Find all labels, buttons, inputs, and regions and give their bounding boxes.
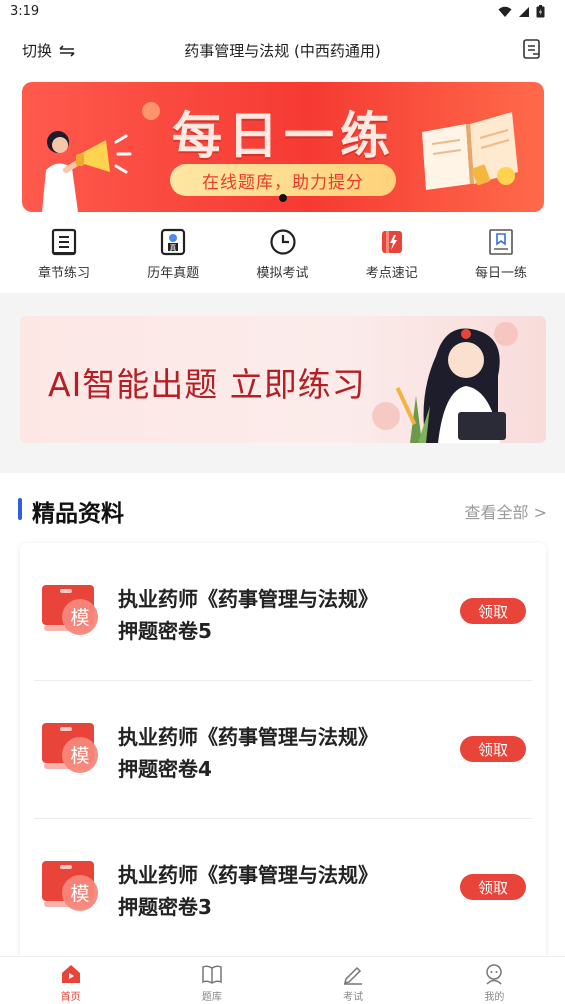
resource-item[interactable]: 模 执业药师《药事管理与法规》 押题密卷3 领取: [20, 819, 546, 957]
decor-dot: [142, 102, 160, 120]
tab-exam[interactable]: 考试: [283, 957, 424, 1004]
resource-title: 执业药师《药事管理与法规》 押题密卷4: [118, 721, 438, 785]
bookmark-icon: [489, 229, 513, 255]
view-all-link[interactable]: 查看全部 >: [465, 499, 548, 523]
chapter-icon: [51, 228, 77, 256]
tab-label: 题库: [201, 992, 222, 1003]
tab-label: 我的: [484, 992, 505, 1003]
tab-home[interactable]: 首页: [0, 957, 141, 1004]
quick-nav-label: 模拟考试: [256, 266, 309, 281]
mock-paper-icon: 模: [42, 723, 98, 773]
mock-badge-text: 模: [70, 745, 89, 767]
section-title: 精品资料: [32, 501, 124, 527]
resource-title-line2: 押题密卷4: [118, 757, 212, 781]
megaphone-person-illustration: [42, 131, 132, 212]
quick-nav: 章节练习 真 历年真题 模拟考试 考点速记 每日一练: [0, 228, 565, 290]
quick-nav-key-points[interactable]: 考点速记: [352, 228, 432, 290]
resource-title-line2: 押题密卷5: [118, 619, 212, 643]
ai-banner-text: AI智能出题 立即练习: [48, 365, 366, 404]
quick-nav-label: 每日一练: [474, 266, 527, 281]
pen-icon: [344, 966, 363, 985]
mock-badge-text: 模: [70, 607, 89, 629]
top-header: 切换 药事管理与法规 (中西药通用): [0, 28, 565, 72]
clock-icon: [269, 229, 296, 255]
resource-item[interactable]: 模 执业药师《药事管理与法规》 押题密卷4 领取: [20, 681, 546, 819]
quick-nav-label: 历年真题: [147, 266, 200, 281]
quick-nav-daily-practice[interactable]: 每日一练: [461, 228, 541, 290]
quick-nav-label: 章节练习: [37, 266, 90, 281]
tab-profile[interactable]: 我的: [424, 957, 565, 1004]
resource-title: 执业药师《药事管理与法规》 押题密卷5: [118, 583, 438, 647]
resource-title-line1: 执业药师《药事管理与法规》: [118, 863, 378, 887]
resource-title: 执业药师《药事管理与法规》 押题密卷3: [118, 859, 438, 923]
resource-title-line1: 执业药师《药事管理与法规》: [118, 587, 378, 611]
notes-icon: [381, 231, 402, 253]
bottom-tab-bar: 首页 题库 考试 我的: [0, 956, 565, 1004]
mock-badge-text: 模: [70, 883, 89, 905]
user-icon: [486, 964, 503, 985]
quick-nav-label: 考点速记: [365, 266, 418, 281]
battery-icon: [536, 5, 545, 18]
banner-subtitle: 在线题库，助力提分: [170, 164, 396, 196]
signal-icon: [519, 6, 529, 17]
premium-materials-header: 精品资料 查看全部 >: [0, 490, 565, 530]
resource-title-line1: 执业药师《药事管理与法规》: [118, 725, 378, 749]
wifi-icon: [498, 6, 512, 17]
status-time: 3:19: [10, 4, 40, 19]
svg-text:真: 真: [170, 243, 177, 252]
resource-item[interactable]: 模 执业药师《药事管理与法规》 押题密卷5 领取: [20, 543, 546, 681]
mock-paper-icon: 模: [42, 861, 98, 911]
claim-button[interactable]: 领取: [460, 736, 526, 762]
resource-title-line2: 押题密卷3: [118, 895, 212, 919]
document-list-icon[interactable]: [521, 38, 543, 60]
quick-nav-past-exams[interactable]: 真 历年真题: [133, 228, 213, 290]
quick-nav-mock-exam[interactable]: 模拟考试: [243, 228, 323, 290]
quick-nav-chapter-practice[interactable]: 章节练习: [24, 228, 104, 290]
claim-button[interactable]: 领取: [460, 874, 526, 900]
girl-laptop-illustration: [372, 322, 518, 443]
banner-title: 每日一练: [172, 107, 396, 165]
open-book-illustration: [422, 112, 518, 190]
home-icon: [61, 965, 80, 983]
mock-paper-icon: 模: [42, 585, 98, 635]
past-exam-icon: 真: [161, 228, 186, 256]
carousel-indicator[interactable]: [279, 194, 287, 202]
tab-label: 首页: [60, 992, 81, 1003]
resource-list-card: 模 执业药师《药事管理与法规》 押题密卷5 领取 模 执业药师《药事管理与法规》…: [20, 543, 546, 983]
book-icon: [202, 965, 222, 984]
ai-practice-banner[interactable]: AI智能出题 立即练习: [20, 316, 546, 443]
app-screen: 3:19 切换 药事管理与法规 (中西药通用) 每日一练 在线题库，助力提分 章…: [0, 0, 565, 1004]
page-title: 药事管理与法规 (中西药通用): [184, 42, 381, 60]
section-accent-bar: [18, 498, 22, 520]
daily-practice-banner[interactable]: 每日一练 在线题库，助力提分: [22, 82, 544, 212]
status-bar: 3:19: [0, 0, 565, 24]
tab-label: 考试: [343, 992, 364, 1003]
claim-button[interactable]: 领取: [460, 598, 526, 624]
tab-question-bank[interactable]: 题库: [141, 957, 282, 1004]
status-icons: [498, 5, 545, 18]
